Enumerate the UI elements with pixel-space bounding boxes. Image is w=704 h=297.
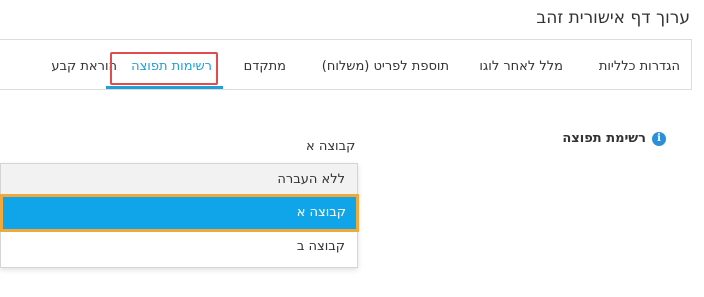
active-tab-underline [106,86,223,89]
dropdown-option-no-transfer[interactable]: ללא העברה [1,164,357,196]
mailing-list-label-text: רשימת תפוצה [562,131,646,146]
tab-item-addon-shipping[interactable]: תוספת לפריט (משלוח) [322,59,449,74]
option-label: ללא העברה [277,172,345,187]
mailing-list-dropdown: ללא העברה קבוצה א קבוצה ב [0,163,359,268]
dropdown-option-group-a[interactable]: קבוצה א [0,194,359,232]
tab-advanced[interactable]: מתקדם [244,59,286,74]
dropdown-option-group-b[interactable]: קבוצה ב [1,231,357,263]
option-label: קבוצה ב [296,239,345,254]
info-circle-icon[interactable]: i [652,131,666,146]
tab-standing-order[interactable]: הוראת קבע [51,59,117,74]
page-title: ערוך דף אישורית זהב [536,8,690,28]
mailing-list-field-label: i רשימת תפוצה [562,131,666,146]
mailing-list-select[interactable]: קבוצה א [306,139,355,154]
option-label: קבוצה א [296,205,346,220]
tab-highlight-box [110,52,218,85]
tab-general-settings[interactable]: הגדרות כלליות [599,59,680,74]
tab-text-after-logo[interactable]: מלל לאחר לוגו [479,59,563,74]
